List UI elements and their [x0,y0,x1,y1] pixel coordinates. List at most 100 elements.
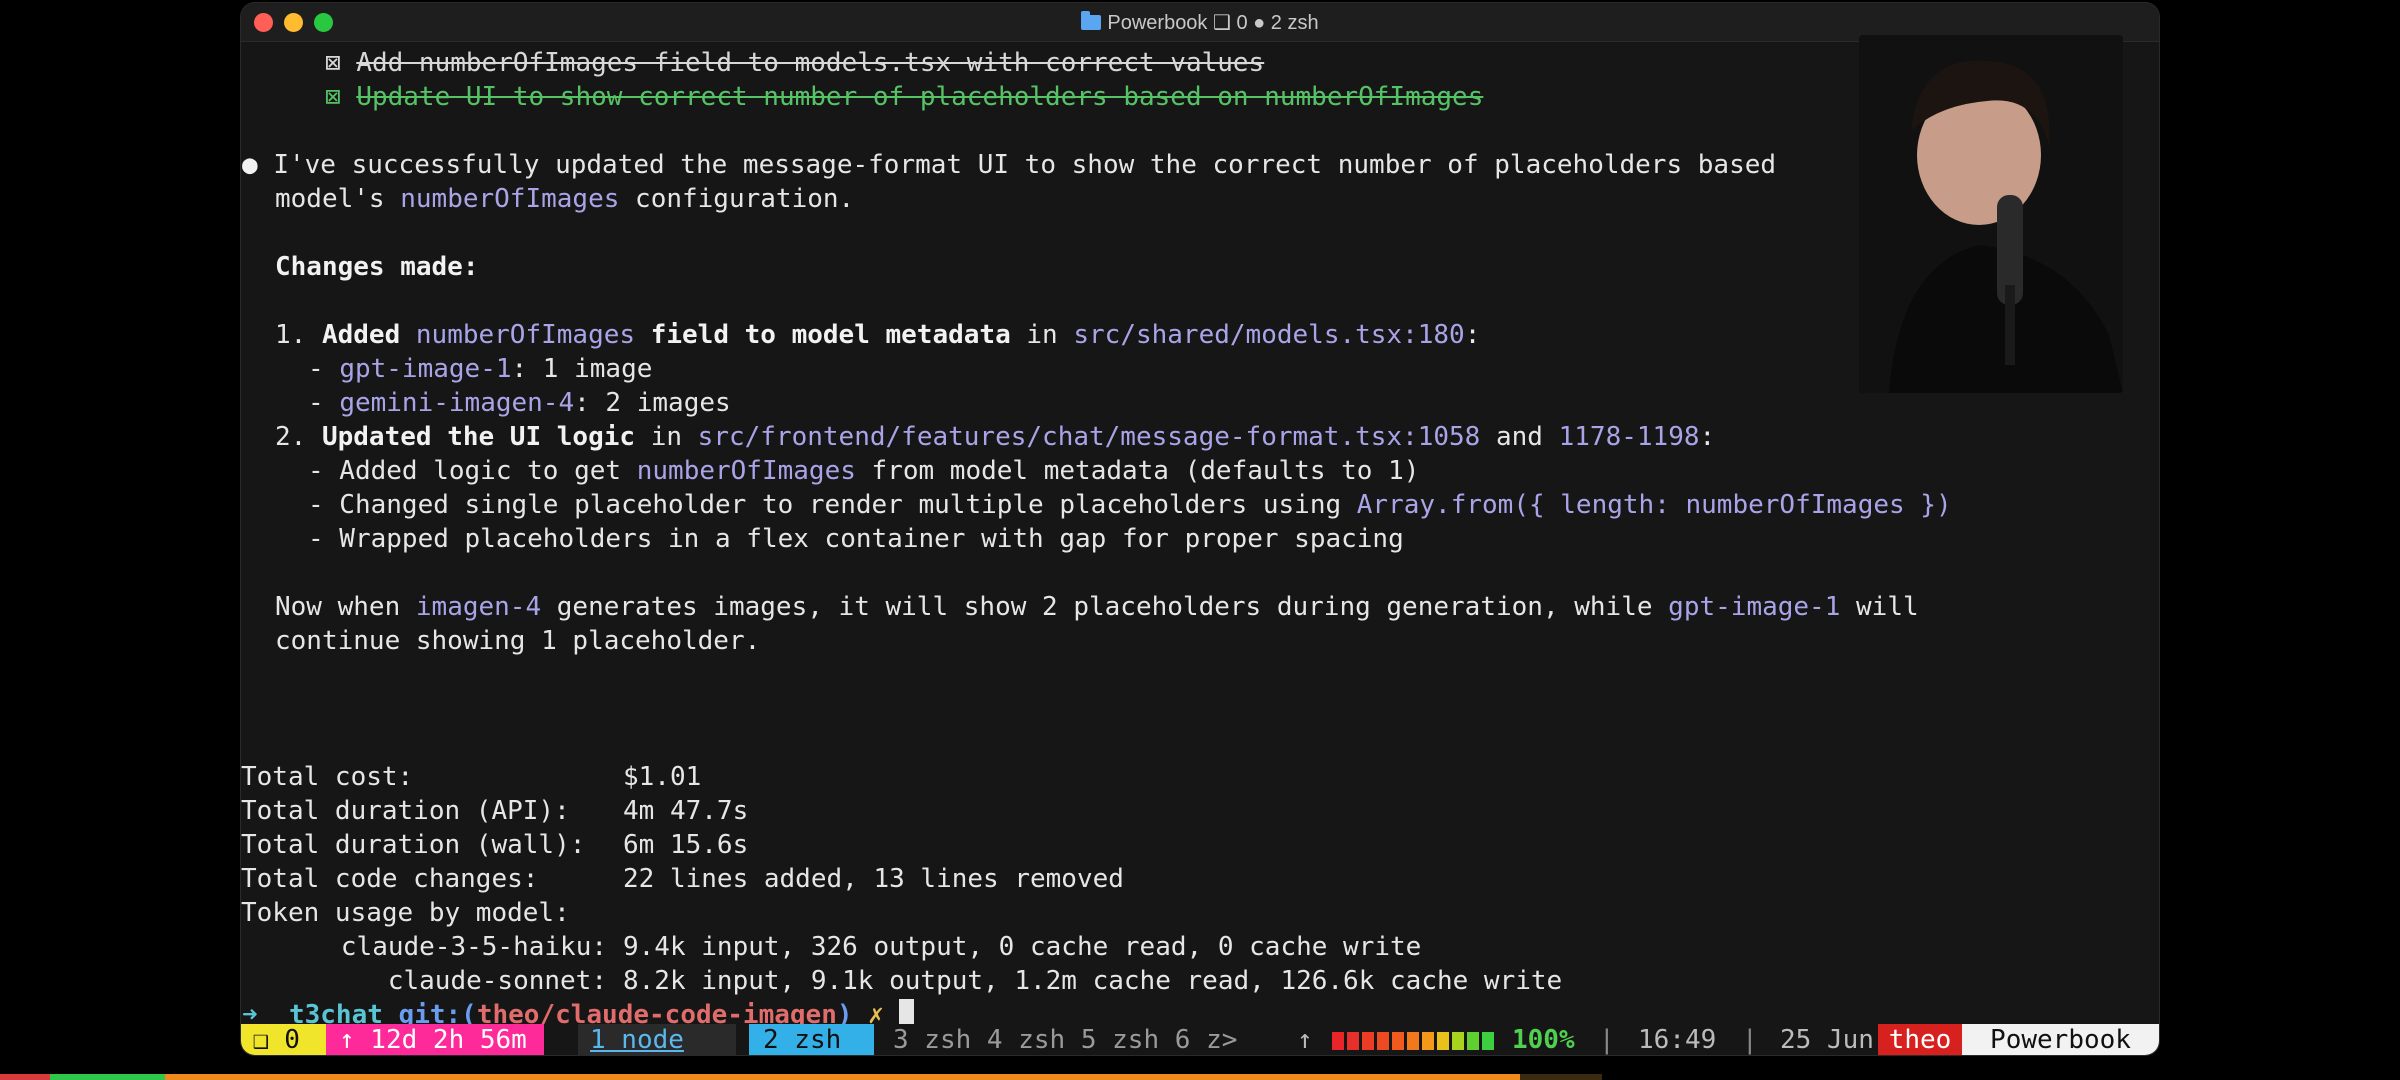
stat-row: Total duration (API): 4m 47.7s [241,794,748,828]
inline-code: gpt-image-1 [1668,592,1841,622]
todo-item: ⊠ Add numberOfImages field to models.tsx… [325,46,1264,80]
message-text: Now when [275,592,416,622]
inline-code: gemini-imagen-4 [339,388,575,418]
battery-segment [1392,1032,1404,1050]
tmux-window-list[interactable]: 3 zsh 4 zsh 5 zsh 6 z> [893,1024,1237,1055]
list-text: : [1699,422,1716,452]
list-text: from model metadata (defaults to 1) [855,456,1420,486]
battery-segment [1422,1032,1434,1050]
list-subitem: - gemini-imagen-4: 2 images [308,386,731,420]
host-badge: Powerbook [1962,1024,2159,1055]
uptime-label: ↑ 12d 2h 56m [339,1025,527,1055]
battery-segment [1347,1032,1359,1050]
stat-row: Total code changes: 22 lines added, 13 li… [241,862,1124,896]
battery-segment [1332,1032,1344,1050]
inline-code: numberOfImages [400,184,620,214]
list-text: Updated the UI logic [321,422,636,452]
list-text: - [308,388,340,418]
list-text: field to model metadata [635,320,1011,350]
list-text: - Added logic to get [308,456,637,486]
message-line: continue showing 1 placeholder. [275,626,761,656]
todo-check-icon: ⊠ [325,82,341,112]
terminal-window: Powerbook ❑ 0 ● 2 zsh ⊠ Add numberOfImag… [241,3,2159,1055]
inline-code: imagen-4 [415,592,542,622]
window-title-rest: ❑ 0 ● 2 zsh [1207,12,1319,34]
progress-played [165,1074,1520,1080]
stat-label: Total code changes: [241,864,539,894]
line-range-link[interactable]: 1178-1198 [1559,422,1700,452]
message-text: I've successfully updated the message-fo… [273,150,1777,180]
stat-row: Total cost: $1.01 [241,760,701,794]
model-usage: 9.4k input, 326 output, 0 cache read, 0 … [623,932,1422,962]
list-text: : 1 image [511,354,653,384]
stat-value: 6m 15.6s [623,830,749,860]
todo-item: ⊠ Update UI to show correct number of pl… [325,80,1483,114]
list-text: Added [321,320,416,350]
up-arrow-icon: ↑ [1297,1025,1313,1055]
todo-text: Add numberOfImages field to models.tsx w… [356,48,1265,78]
progress-buffered [1520,1074,1602,1080]
inline-code: numberOfImages [415,320,636,350]
window-label: 2 zsh [763,1025,842,1055]
list-text: : [1464,320,1481,350]
battery-segment [1452,1032,1464,1050]
list-subitem: - Changed single placeholder to render m… [308,488,1952,522]
user-badge: theo [1878,1024,1962,1055]
stat-label: Total duration (wall): [241,830,586,860]
message-line: Now when imagen-4 generates images, it w… [275,590,1919,624]
todo-text: Update UI to show correct number of plac… [356,82,1484,112]
model-usage-row: claude-sonnet: 8.2k input, 9.1k output, 1… [241,964,1562,998]
stat-label: Total cost: [241,762,414,792]
message-text: will [1840,592,1919,622]
battery-segment [1437,1032,1449,1050]
inline-code: gpt-image-1 [339,354,512,384]
battery-percent: 100% [1512,1025,1575,1055]
session-badge[interactable]: ❑ 0 [241,1024,326,1055]
battery-segment [1482,1032,1494,1050]
list-text: in [1010,320,1074,350]
file-path-link[interactable]: src/shared/models.tsx:180 [1073,320,1464,350]
video-progress-bar[interactable] [0,1074,2400,1080]
stat-value: 4m 47.7s [623,796,749,826]
list-subitem: - Wrapped placeholders in a flex contain… [308,524,1404,554]
battery-segment [1467,1032,1479,1050]
tmux-window-1[interactable]: 1 node [578,1024,736,1055]
list-text: and [1480,422,1559,452]
clock-date: 25 Jun [1780,1025,1874,1055]
list-item: 2. Updated the UI logic in src/frontend/… [275,420,1715,454]
message-text: generates images, it will show 2 placeho… [541,592,1669,622]
inline-code: Array.from({ length: numberOfImages }) [1356,490,1952,520]
window-label: 1 node [590,1025,684,1055]
list-subitem: - Added logic to get numberOfImages from… [308,454,1419,488]
battery-segment [1362,1032,1374,1050]
message-text: model's [275,184,401,214]
stat-label: Total duration (API): [241,796,570,826]
battery-segment [1377,1032,1389,1050]
tmux-status-bar: ❑ 0 ↑ 12d 2h 56m 1 node 2 zsh 3 zsh 4 zs… [241,1024,2159,1055]
status-separator: | [1599,1025,1615,1055]
list-number: 2. [275,422,322,452]
stat-label: Token usage by model: [241,898,570,928]
changes-heading: Changes made: [275,252,479,282]
progress-segment [0,1074,50,1080]
status-separator: | [1742,1025,1758,1055]
model-name: claude-sonnet: [387,966,607,996]
message-text: configuration. [619,184,855,214]
battery-segment [1407,1032,1419,1050]
list-text: - [308,354,340,384]
file-path-link[interactable]: src/frontend/features/chat/message-forma… [698,422,1481,452]
bullet-icon: ● [242,150,258,180]
todo-check-icon: ⊠ [325,48,341,78]
message-line: ● I've successfully updated the message-… [242,148,1776,182]
webcam-overlay [1859,35,2123,393]
stat-row: Total duration (wall): 6m 15.6s [241,828,748,862]
inline-code: numberOfImages [636,456,856,486]
tmux-window-2[interactable]: 2 zsh [749,1024,874,1055]
list-text: - Changed single placeholder to render m… [308,490,1357,520]
window-title-name: Powerbook [1107,12,1208,34]
progress-segment [50,1074,165,1080]
list-text: : 2 images [574,388,731,418]
clock-time: 16:49 [1638,1025,1717,1055]
model-usage-row: claude-3-5-haiku: 9.4k input, 326 output,… [241,930,1421,964]
stat-value: 22 lines added, 13 lines removed [623,864,1124,894]
